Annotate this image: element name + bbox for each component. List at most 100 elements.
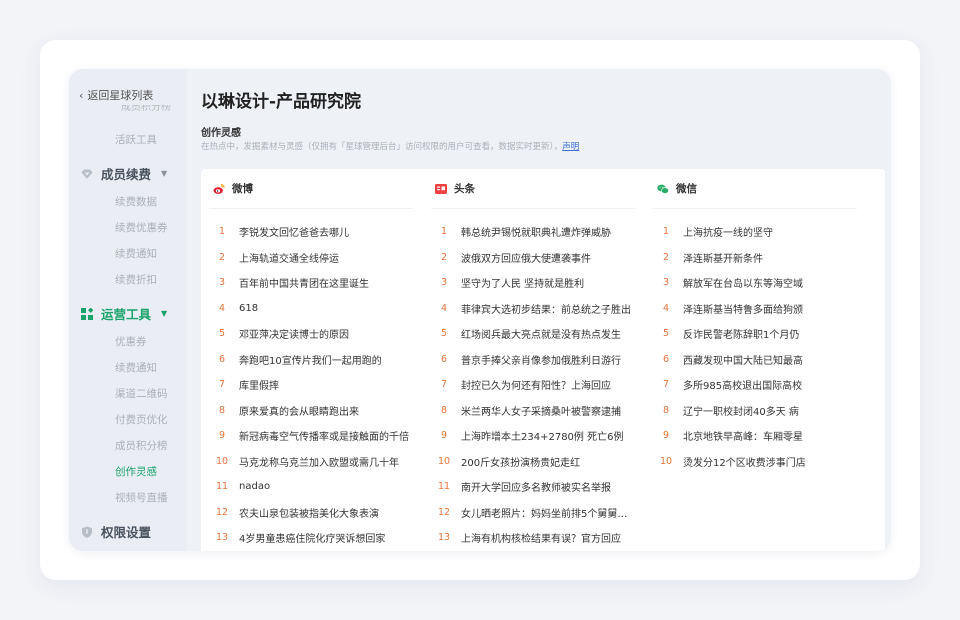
list-item[interactable]: 7 库里假摔	[209, 372, 413, 398]
list-item[interactable]: 8 辽宁一职校封闭40多天 病	[653, 398, 857, 424]
sidebar-item-points-ranking[interactable]: 成员积分榜	[69, 438, 187, 453]
wechat-column: 微信 1 上海抗疫一线的坚守 2 泽连斯基开新条件 3 解放军在台岛以东等海空域 4 泽连斯基…	[645, 169, 867, 551]
toutiao-column: 头条 1 韩总统尹锡悦就职典礼遭炸弹威胁 2 波俄双方回应俄大使遭袭事件 3 坚守为了人民…	[423, 169, 645, 551]
sidebar-item-pay-page-optimize[interactable]: 付费页优化	[69, 412, 187, 427]
list-item[interactable]: 12 女儿晒老照片：妈妈坐前排5个舅舅…	[431, 500, 635, 526]
topic-title: 辽宁一职校封闭40多天 病	[683, 406, 799, 418]
sidebar-item-renewal-discount[interactable]: 续费折扣	[69, 272, 187, 287]
list-item[interactable]: 4 泽连斯基当特鲁多面给狗颁	[653, 296, 857, 322]
rank-number: 13	[437, 532, 451, 544]
column-header: 头条	[431, 169, 635, 209]
topic-title: 反诈民警老陈辞职1个月仍	[683, 330, 800, 342]
topic-title: 韩总统尹锡悦就职典礼遭炸弹威胁	[461, 228, 611, 240]
list-item[interactable]: 3 解放军在台岛以东等海空域	[653, 270, 857, 296]
topic-title: 上海有机构核检结果有误？官方回应	[461, 534, 621, 546]
list-item[interactable]: 5 邓亚萍决定读博士的原因	[209, 321, 413, 347]
rank-number: 8	[662, 404, 670, 416]
sidebar-group-label: 运营工具	[101, 307, 152, 322]
sidebar-item-renewal-data[interactable]: 续费数据	[69, 194, 187, 209]
list-item[interactable]: 6 普京手捧父亲肖像参加俄胜利日游行	[431, 347, 635, 373]
list-item[interactable]: 1 李锐发文回忆爸爸去哪儿	[209, 219, 413, 245]
list-item[interactable]: 2 泽连斯基开新条件	[653, 245, 857, 271]
topic-title: 女儿晒老照片：妈妈坐前排5个舅舅…	[461, 508, 628, 520]
topic-title: 上海轨道交通全线停运	[239, 253, 339, 265]
topic-title: 解放军在台岛以东等海空域	[683, 279, 803, 291]
topic-title: 李锐发文回忆爸爸去哪儿	[239, 228, 349, 240]
sidebar-group-permissions[interactable]: 权限设置	[81, 522, 151, 541]
list-item[interactable]: 10 马克龙称乌克兰加入欧盟或需几十年	[209, 449, 413, 475]
list-item[interactable]: 6 西藏发现中国大陆已知最高	[653, 347, 857, 373]
rank-number: 3	[218, 277, 226, 289]
rank-number: 2	[662, 251, 670, 263]
sidebar-item-renewal-notice[interactable]: 续费通知	[69, 246, 187, 261]
list-item[interactable]: 13 4岁男童患癌住院化疗哭诉想回家	[209, 525, 413, 551]
column-title: 微信	[676, 183, 697, 195]
column-header: 微信	[653, 169, 857, 209]
list-item[interactable]: 8 原来爱真的会从眼睛跑出来	[209, 398, 413, 424]
list-item[interactable]: 9 新冠病毒空气传播率或是接触面的千倍	[209, 423, 413, 449]
list-item[interactable]: 11 nadao	[209, 474, 413, 500]
list-item[interactable]: 10 烫发分12个区收费涉事门店	[653, 449, 857, 475]
list-item[interactable]: 7 封控已久为何还有阳性？上海回应	[431, 372, 635, 398]
topic-title: 封控已久为何还有阳性？上海回应	[461, 381, 611, 393]
list-item[interactable]: 6 奔跑吧10宣传片我们一起用跑的	[209, 347, 413, 373]
rank-number: 8	[440, 404, 448, 416]
rank-number: 6	[440, 353, 448, 365]
topic-title: 上海抗疫一线的坚守	[683, 228, 773, 240]
topic-title: 200斤女孩扮演杨贵妃走红	[461, 457, 581, 469]
rank-number: 6	[218, 353, 226, 365]
list-item[interactable]: 8 米兰两华人女子采摘桑叶被警察逮捕	[431, 398, 635, 424]
topic-title: 北京地铁早高峰：车厢零星	[683, 432, 803, 444]
weibo-icon	[213, 183, 225, 194]
list-item[interactable]: 2 波俄双方回应俄大使遭袭事件	[431, 245, 635, 271]
statement-link[interactable]: 声明	[562, 142, 579, 152]
chevron-left-icon: ‹	[79, 88, 84, 102]
topic-title: 多所985高校退出国际高校	[683, 381, 803, 393]
sidebar-item-active-tools[interactable]: 活跃工具	[69, 132, 187, 147]
topic-list: 1 上海抗疫一线的坚守 2 泽连斯基开新条件 3 解放军在台岛以东等海空域 4 泽连斯基当特鲁…	[653, 209, 857, 474]
section-description: 在热点中，发掘素材与灵感（仅拥有「星球管理后台」访问权限的用户可查看，数据实时更…	[201, 140, 579, 152]
rank-number: 2	[218, 251, 226, 263]
sidebar-group-renewal[interactable]: 成员续费 ▼	[81, 164, 167, 183]
list-item[interactable]: 3 百年前中国共青团在这里诞生	[209, 270, 413, 296]
list-item[interactable]: 10 200斤女孩扮演杨贵妃走红	[431, 449, 635, 475]
rank-number: 3	[662, 277, 670, 289]
list-item[interactable]: 4 菲律宾大选初步结果：前总统之子胜出	[431, 296, 635, 322]
topic-title: 波俄双方回应俄大使遭袭事件	[461, 253, 591, 265]
topic-title: 618	[239, 302, 259, 314]
list-item[interactable]: 11 南开大学回应多名教师被实名举报	[431, 474, 635, 500]
list-item[interactable]: 7 多所985高校退出国际高校	[653, 372, 857, 398]
back-to-planet-list-link[interactable]: ‹ 返回星球列表	[79, 87, 153, 103]
list-item[interactable]: 5 反诈民警老陈辞职1个月仍	[653, 321, 857, 347]
sidebar-item-creative-inspiration[interactable]: 创作灵感	[69, 464, 187, 479]
page-title: 以琳设计-产品研究院	[201, 92, 362, 112]
caret-down-icon: ▼	[161, 169, 168, 178]
list-item[interactable]: 9 北京地铁早高峰：车厢零星	[653, 423, 857, 449]
sidebar-item-coupon[interactable]: 优惠券	[69, 334, 187, 349]
sidebar-item-renewal-notice-2[interactable]: 续费通知	[69, 360, 187, 375]
column-header: 微博	[209, 169, 413, 209]
list-item[interactable]: 12 农夫山泉包装被指美化大象表演	[209, 500, 413, 526]
topic-title: 百年前中国共青团在这里诞生	[239, 279, 369, 291]
shield-icon	[82, 526, 92, 538]
list-item[interactable]: 5 红场阅兵最大亮点就是没有热点发生	[431, 321, 635, 347]
sidebar-group-ops-tools[interactable]: 运营工具 ▼	[81, 304, 167, 323]
list-item[interactable]: 4 618	[209, 296, 413, 322]
column-title: 微博	[232, 183, 253, 195]
topic-title: 红场阅兵最大亮点就是没有热点发生	[461, 330, 621, 342]
sidebar-item-channels-live[interactable]: 视频号直播	[69, 490, 187, 505]
rank-number: 12	[215, 506, 229, 518]
list-item[interactable]: 1 韩总统尹锡悦就职典礼遭炸弹威胁	[431, 219, 635, 245]
rank-number: 11	[215, 481, 229, 493]
list-item[interactable]: 3 坚守为了人民 坚持就是胜利	[431, 270, 635, 296]
list-item[interactable]: 13 上海有机构核检结果有误？官方回应	[431, 525, 635, 551]
list-item[interactable]: 9 上海昨增本土234+2780例 死亡6例	[431, 423, 635, 449]
sidebar-item-channel-qrcode[interactable]: 渠道二维码	[69, 386, 187, 401]
caret-down-icon: ▼	[161, 309, 168, 318]
app-window: ‹ 返回星球列表 成员积分榜 活跃工具 成员续费 ▼ 续费数据 续费优惠券 续费…	[69, 69, 891, 551]
sidebar-item-renewal-coupon[interactable]: 续费优惠券	[69, 220, 187, 235]
topic-title: 奔跑吧10宣传片我们一起用跑的	[239, 355, 382, 367]
list-item[interactable]: 2 上海轨道交通全线停运	[209, 245, 413, 271]
list-item[interactable]: 1 上海抗疫一线的坚守	[653, 219, 857, 245]
rank-number: 9	[218, 430, 226, 442]
